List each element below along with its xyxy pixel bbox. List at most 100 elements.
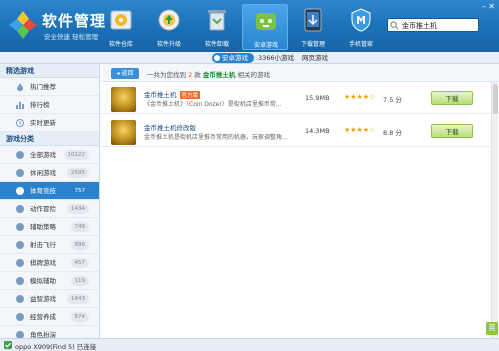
download-manager-icon [304,8,322,32]
tab-android-games[interactable]: 安卓游戏 [212,53,254,63]
search-input[interactable]: 金币推土机 [387,18,479,32]
minimize-icon[interactable]: – [482,2,486,11]
game-thumbnail[interactable] [111,87,136,112]
grid-icon [16,151,24,159]
android-dot-icon [214,55,220,61]
scrollbar[interactable] [491,82,498,338]
sidebar-item-category[interactable]: 辅助策略 749 [0,218,99,236]
sidebar-item-category[interactable]: 益智游戏 1443 [0,290,99,308]
game-name[interactable]: 金币推土机修改版 [144,122,196,132]
ranking-icon [16,102,24,109]
sidebar-item-category[interactable]: 动作冒险 1434 [0,200,99,218]
software-store-icon [110,10,132,30]
nav-software-uninstall[interactable]: 软件卸载 [194,4,240,50]
simulation-icon [16,277,24,285]
app-title: 软件管理 [42,12,107,30]
category-count: 10122 [63,150,89,160]
strategy-icon [16,223,24,231]
device-status: oppo X909(Find 5) 已连接 [15,343,97,351]
nav-label: 下载管理 [300,41,325,48]
rating-stars: ★★★★☆ [344,93,376,101]
game-size: 15.9MB [305,94,330,102]
window-controls: – ✕ [482,2,495,11]
nav-android-games[interactable]: 安卓游戏 [242,4,288,50]
sidebar-item-category[interactable]: 全部游戏 10122 [0,146,99,164]
results-panel: ◂ 返回 一共为您找到 2 款 金币推土机 相关的游戏 金币推土机 官方版 《金币… [101,64,499,338]
software-upgrade-icon [158,9,180,31]
official-badge: 官方版 [179,91,201,99]
nav-label: 软件升级 [156,41,181,48]
app-logo-icon [9,11,37,39]
tab-web-games[interactable]: 网页游戏 [302,53,328,63]
roleplay-icon [16,331,24,338]
sidebar-section-categories: 游戏分类 [0,132,99,146]
category-count: 2595 [67,168,89,178]
title-bar: 软件管理 安全快速 轻松管理 软件仓库 软件升级 软件卸载 安卓游戏 下载管理 … [0,0,499,52]
sidebar-section-featured: 精选游戏 [0,64,99,78]
download-button[interactable]: 下载 [431,91,473,105]
flame-icon [17,83,23,91]
result-keyword: 金币推土机 [202,71,236,79]
close-icon[interactable]: ✕ [488,2,495,11]
category-count: 1434 [67,204,89,214]
clock-icon [16,119,24,127]
game-name[interactable]: 金币推土机 官方版 [144,89,201,99]
category-count: 1443 [67,294,89,304]
connected-check-icon [4,341,12,349]
back-button[interactable]: ◂ 返回 [111,68,139,79]
category-count: 457 [70,258,89,268]
nav-software-store[interactable]: 软件仓库 [98,4,144,50]
game-description: 金币推土机是街机店里推币常用的机器，玩家调整角... [144,134,288,141]
game-thumbnail[interactable] [111,120,136,145]
nav-label: 软件仓库 [108,41,133,48]
nav-software-upgrade[interactable]: 软件升级 [146,4,192,50]
game-size: 14.3MB [305,127,330,135]
category-list: 全部游戏 10122 休闲游戏 2595 体育竞技 757 动作冒险 1434 辅助策略 749 射… [0,146,99,338]
nav-label: 软件卸载 [204,41,229,48]
sidebar-item-category[interactable]: 棋牌游戏 457 [0,254,99,272]
casual-icon [16,169,24,177]
puzzle-icon [16,295,24,303]
sidebar-item-updates[interactable]: 实时更新 [0,114,99,132]
sidebar: 精选游戏 热门推荐 排行榜 实时更新 游戏分类 全部游戏 10122 休闲游戏 259… [0,64,100,338]
result-row[interactable]: 金币推土机 官方版 《金币推土机》（Coin Dozer）是街机店里推币常... … [101,84,491,114]
category-count: 896 [70,240,89,250]
sports-icon [16,187,24,195]
business-icon [16,313,24,321]
breadcrumb: ◂ 返回 一共为您找到 2 款 金币推土机 相关的游戏 [101,64,499,82]
status-bar: oppo X909(Find 5) 已连接 [0,338,499,351]
result-summary: 一共为您找到 2 款 金币推土机 相关的游戏 [147,71,270,79]
sidebar-item-category[interactable]: 角色扮演 [0,326,99,338]
chess-icon [16,259,24,267]
sidebar-item-category[interactable]: 体育竞技 757 [0,182,99,200]
action-icon [16,205,24,213]
download-button[interactable]: 下载 [431,124,473,138]
result-row[interactable]: 金币推土机修改版 金币推土机是街机店里推币常用的机器，玩家调整角... 14.3… [101,117,491,147]
software-uninstall-icon [208,10,226,31]
sidebar-item-ranking[interactable]: 排行榜 [0,96,99,114]
sidebar-item-category[interactable]: 休闲游戏 2595 [0,164,99,182]
nav-label: 安卓游戏 [253,42,278,49]
search-value: 金币推土机 [402,22,437,30]
category-count: 574 [70,312,89,322]
sidebar-item-category[interactable]: 经营养成 574 [0,308,99,326]
android-games-icon [256,13,276,30]
rating-score: 7.5 分 [383,96,402,104]
phone-manager-icon [351,8,371,32]
sidebar-item-hot[interactable]: 热门推荐 [0,78,99,96]
rating-score: 8.8 分 [383,129,402,137]
tab-mini-games[interactable]: 3366小游戏 [258,53,294,63]
result-count: 2 [188,71,193,79]
sidebar-item-category[interactable]: 射击飞行 896 [0,236,99,254]
search-icon [390,21,399,30]
nav-label: 手机管家 [348,41,373,48]
category-count: 119 [70,276,89,286]
category-subbar: 安卓游戏 3366小游戏 网页游戏 [0,52,499,64]
ime-indicator[interactable]: 英 [486,322,498,335]
category-count: 749 [70,222,89,232]
sidebar-item-category[interactable]: 模拟辅助 119 [0,272,99,290]
nav-download-manager[interactable]: 下载管理 [290,4,336,50]
scrollbar-thumb[interactable] [493,84,498,114]
nav-phone-manager[interactable]: 手机管家 [338,4,384,50]
app-slogan: 安全快速 轻松管理 [44,33,99,41]
